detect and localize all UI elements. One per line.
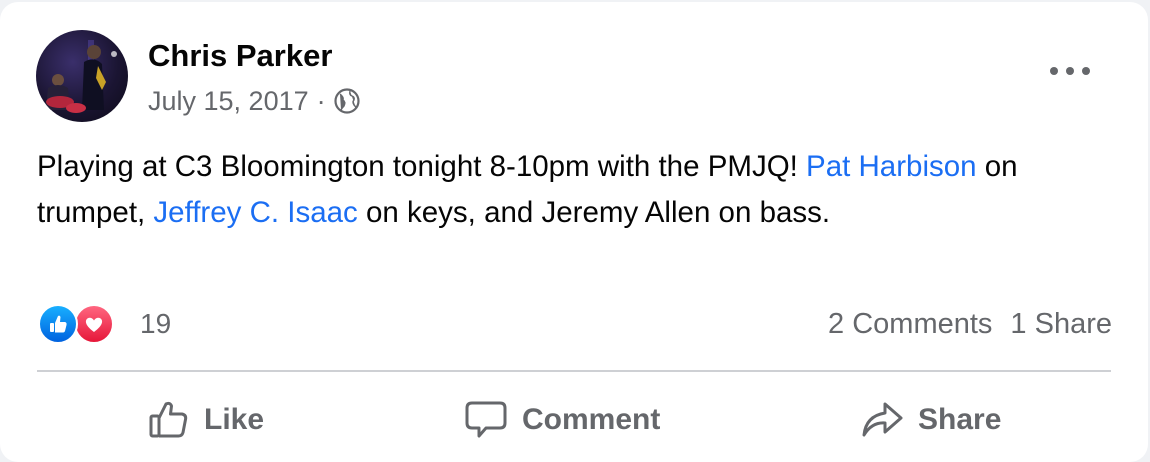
like-label: Like xyxy=(204,403,265,436)
comment-button[interactable]: Comment xyxy=(464,382,660,458)
like-reaction-icon xyxy=(38,304,78,344)
like-button[interactable]: Like xyxy=(148,382,264,458)
reaction-icons xyxy=(38,304,114,344)
post-card: Chris Parker July 15, 2017 · Playing at … xyxy=(0,2,1148,462)
comments-count-link[interactable]: 2 Comments xyxy=(828,308,992,341)
reactions-summary[interactable]: 19 xyxy=(38,302,171,346)
more-dot xyxy=(1050,67,1058,75)
post-date[interactable]: July 15, 2017 xyxy=(148,86,309,117)
post-text-segment: Playing at C3 Bloomington tonight 8-10pm… xyxy=(37,150,807,183)
divider xyxy=(37,370,1111,372)
avatar-photo xyxy=(46,40,117,113)
globe-icon[interactable] xyxy=(334,88,360,114)
love-reaction-icon xyxy=(74,304,114,344)
post-text: Playing at C3 Bloomington tonight 8-10pm… xyxy=(37,144,1117,236)
post-stats: 2 Comments 1 Share xyxy=(828,304,1112,344)
more-dot xyxy=(1066,67,1074,75)
mention-link[interactable]: Jeffrey C. Isaac xyxy=(153,196,357,229)
more-options-icon[interactable] xyxy=(1050,62,1090,80)
action-bar: Like Comment Share xyxy=(0,382,1150,458)
shares-count-link[interactable]: 1 Share xyxy=(1010,308,1112,341)
share-label: Share xyxy=(918,403,1002,436)
author-name[interactable]: Chris Parker xyxy=(148,38,332,74)
share-button[interactable]: Share xyxy=(860,382,1001,458)
thumbs-up-icon xyxy=(149,401,188,438)
meta-separator: · xyxy=(316,85,326,116)
mention-link[interactable]: Pat Harbison xyxy=(806,150,977,183)
more-dot xyxy=(1082,67,1090,75)
post-meta: July 15, 2017 · xyxy=(148,84,360,118)
avatar[interactable] xyxy=(36,30,128,122)
comment-icon xyxy=(465,401,507,438)
share-arrow-icon xyxy=(862,402,903,437)
reaction-count: 19 xyxy=(140,308,172,339)
post-text-segment: on keys, and Jeremy Allen on bass. xyxy=(357,196,831,229)
comment-label: Comment xyxy=(522,403,661,436)
